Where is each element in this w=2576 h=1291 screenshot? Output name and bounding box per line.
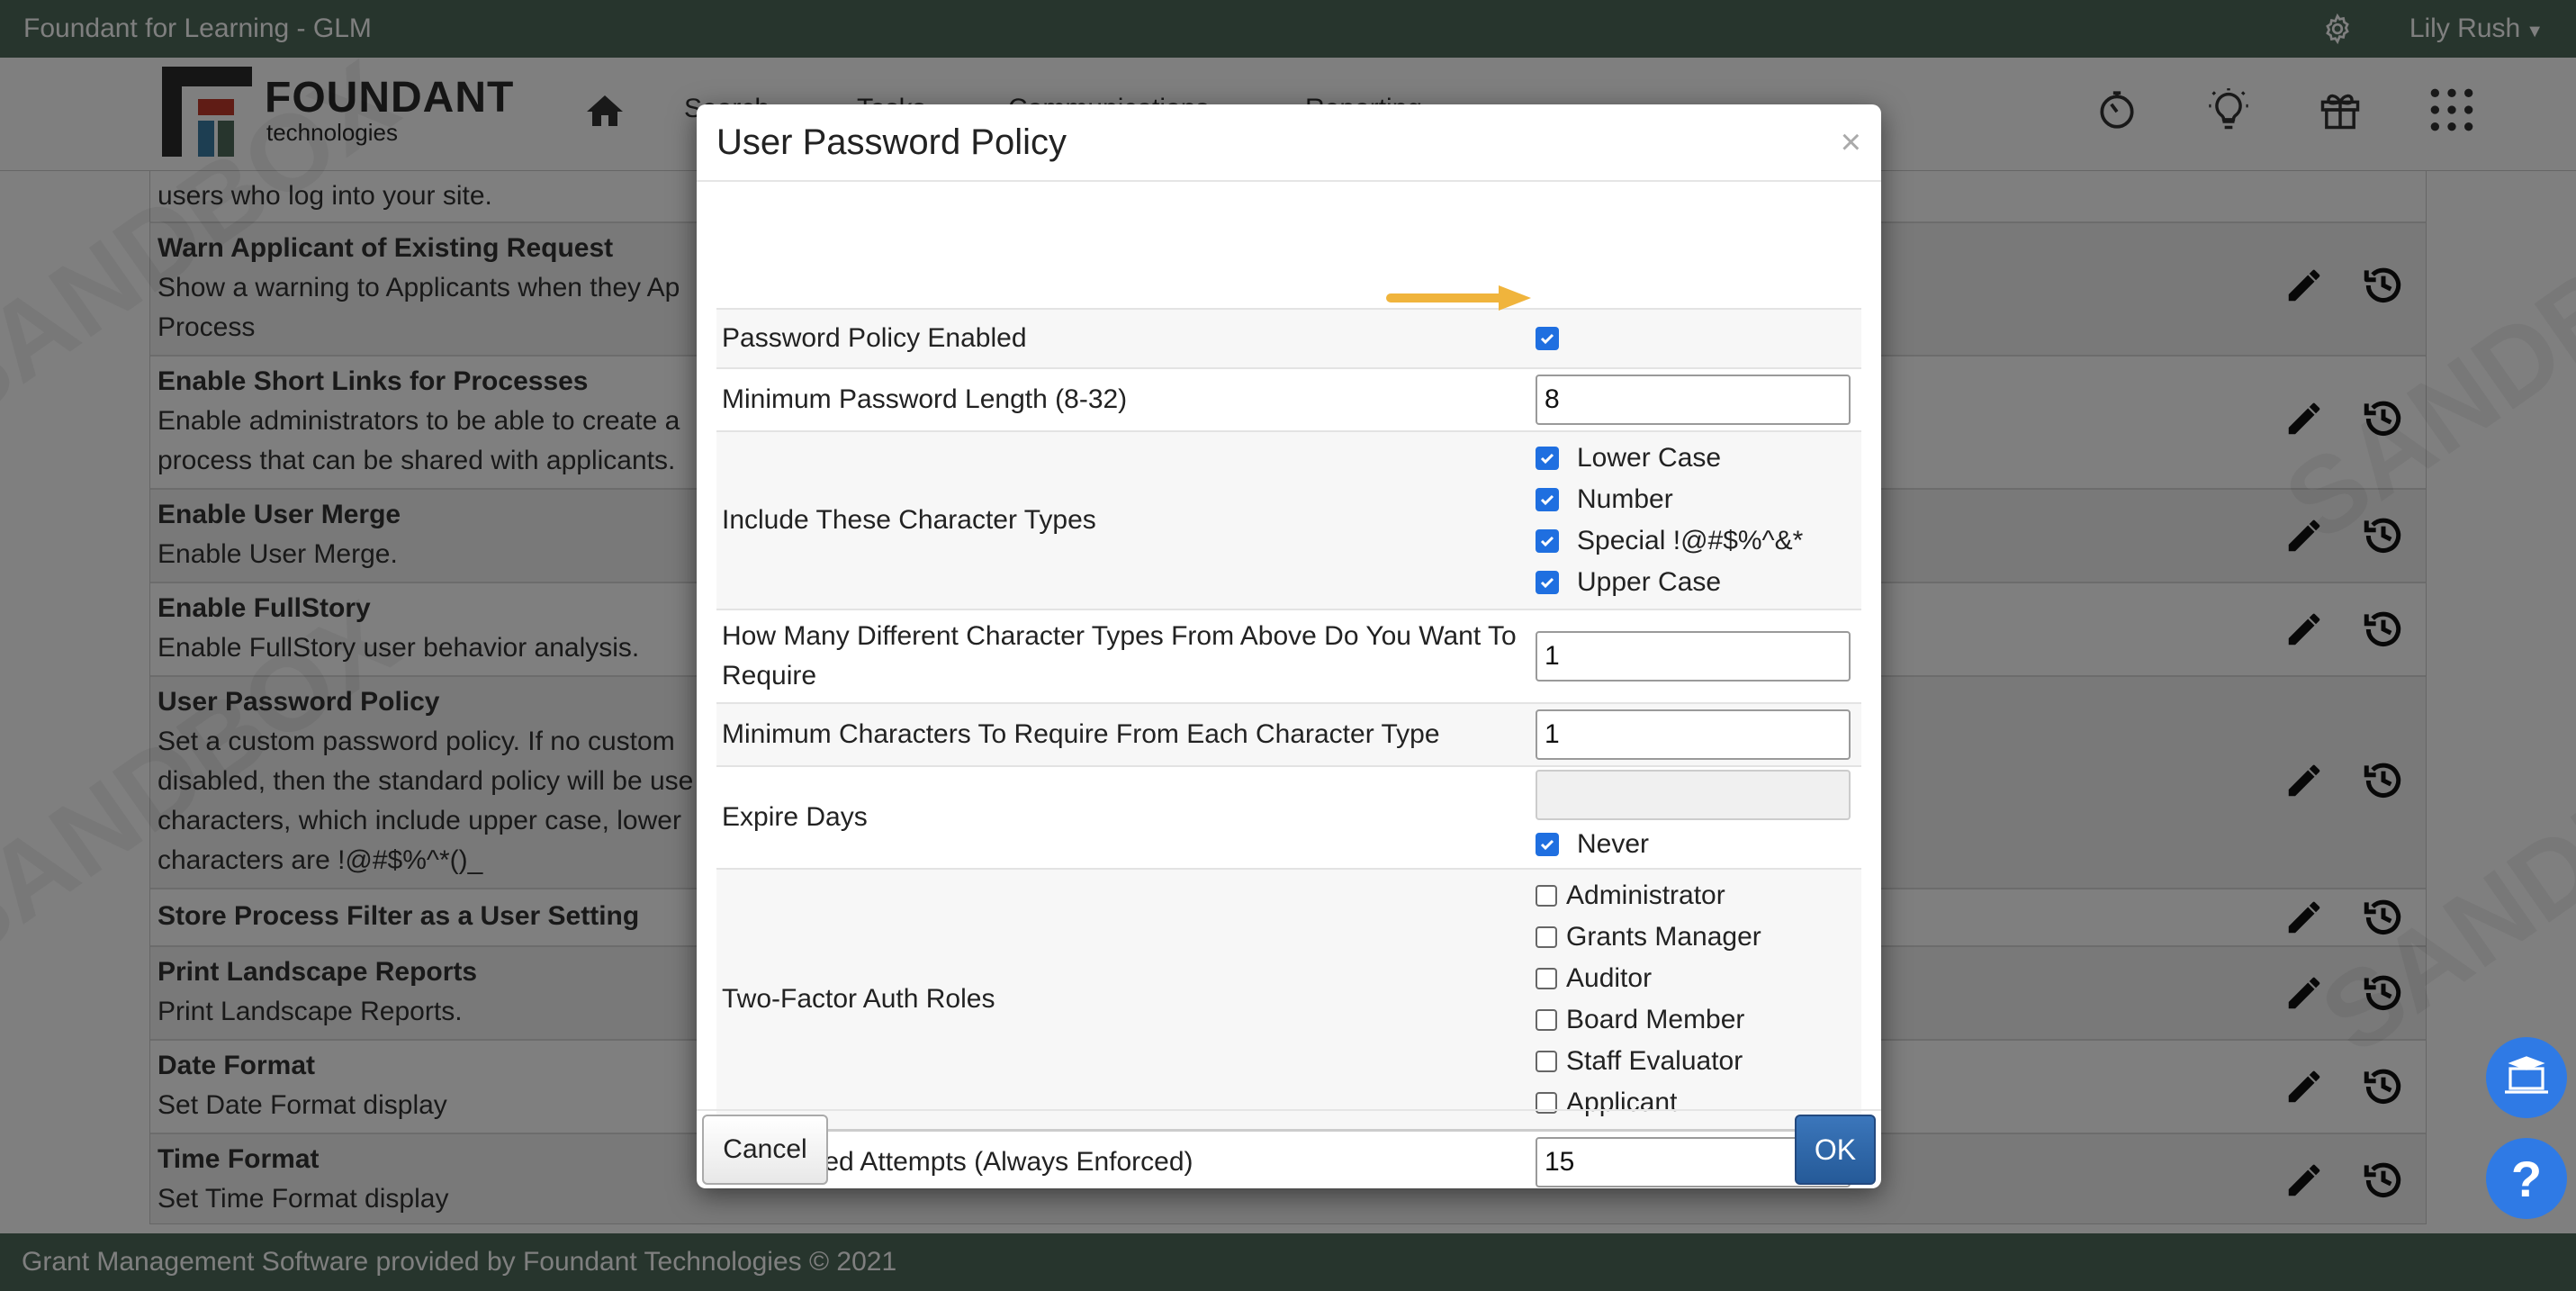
char-type-label: Special !@#$%^&*	[1577, 526, 1804, 555]
policy-enabled-checkbox[interactable]	[1536, 327, 1559, 350]
auditor-checkbox[interactable]	[1536, 968, 1557, 989]
require-types-input[interactable]	[1536, 631, 1851, 682]
form-row: Expire Days Never	[716, 765, 1861, 868]
expire-days-input[interactable]	[1536, 770, 1851, 820]
min-length-label: Minimum Password Length (8-32)	[722, 384, 1128, 414]
require-types-label: How Many Different Character Types From …	[722, 621, 1517, 691]
form-row: Include These Character Types Lower Case…	[716, 430, 1861, 609]
char-type-label: Number	[1577, 484, 1673, 514]
training-button[interactable]	[2486, 1037, 2567, 1118]
ok-button[interactable]: OK	[1795, 1115, 1876, 1185]
role-label: Board Member	[1566, 1005, 1745, 1034]
number-checkbox[interactable]	[1536, 488, 1559, 511]
special-checkbox[interactable]	[1536, 529, 1559, 553]
role-option[interactable]: Board Member	[1536, 999, 1861, 1041]
char-type-option[interactable]: Upper Case	[1536, 562, 1861, 603]
role-option[interactable]: Auditor	[1536, 958, 1861, 999]
never-checkbox[interactable]	[1536, 833, 1559, 856]
policy-enabled-label: Password Policy Enabled	[722, 323, 1027, 353]
role-label: Auditor	[1566, 963, 1653, 993]
min-length-input[interactable]	[1536, 375, 1851, 425]
two-factor-label: Two-Factor Auth Roles	[722, 984, 995, 1014]
char-types-label: Include These Character Types	[722, 505, 1096, 535]
dialog-title: User Password Policy	[716, 122, 1067, 162]
never-option[interactable]: Never	[1536, 824, 1861, 865]
question-mark-icon: ?	[2510, 1150, 2543, 1207]
annotation-arrow-icon	[1386, 285, 1531, 311]
dialog-header: User Password Policy ×	[697, 104, 1881, 182]
upper-case-checkbox[interactable]	[1536, 571, 1559, 594]
cancel-button[interactable]: Cancel	[702, 1115, 828, 1185]
role-option[interactable]: Administrator	[1536, 875, 1861, 916]
dialog-footer: Cancel OK	[697, 1109, 1881, 1188]
never-label: Never	[1577, 829, 1650, 859]
char-type-option[interactable]: Special !@#$%^&*	[1536, 520, 1861, 562]
min-each-input[interactable]	[1536, 709, 1851, 760]
administrator-checkbox[interactable]	[1536, 885, 1557, 907]
role-label: Administrator	[1566, 880, 1725, 910]
help-button[interactable]: ?	[2486, 1138, 2567, 1219]
form-row: Password Policy Enabled	[716, 308, 1861, 367]
role-option[interactable]: Grants Manager	[1536, 916, 1861, 958]
char-type-label: Lower Case	[1577, 443, 1722, 473]
form-row: Two-Factor Auth Roles Administrator Gran…	[716, 868, 1861, 1129]
board-member-checkbox[interactable]	[1536, 1009, 1557, 1031]
role-label: Staff Evaluator	[1566, 1046, 1743, 1076]
grants-manager-checkbox[interactable]	[1536, 926, 1557, 948]
char-type-option[interactable]: Number	[1536, 479, 1861, 520]
char-type-label: Upper Case	[1577, 567, 1722, 597]
role-option[interactable]: Staff Evaluator	[1536, 1041, 1861, 1082]
min-each-label: Minimum Characters To Require From Each …	[722, 719, 1440, 749]
password-policy-dialog: User Password Policy × Password Policy E…	[697, 104, 1881, 1188]
form-row: Minimum Characters To Require From Each …	[716, 702, 1861, 765]
char-type-option[interactable]: Lower Case	[1536, 438, 1861, 479]
expire-days-label: Expire Days	[722, 802, 868, 832]
form-row: Minimum Password Length (8-32)	[716, 367, 1861, 430]
lower-case-checkbox[interactable]	[1536, 447, 1559, 470]
staff-evaluator-checkbox[interactable]	[1536, 1051, 1557, 1072]
role-label: Grants Manager	[1566, 922, 1761, 952]
form-row: How Many Different Character Types From …	[716, 609, 1861, 702]
close-icon[interactable]: ×	[1841, 122, 1861, 163]
